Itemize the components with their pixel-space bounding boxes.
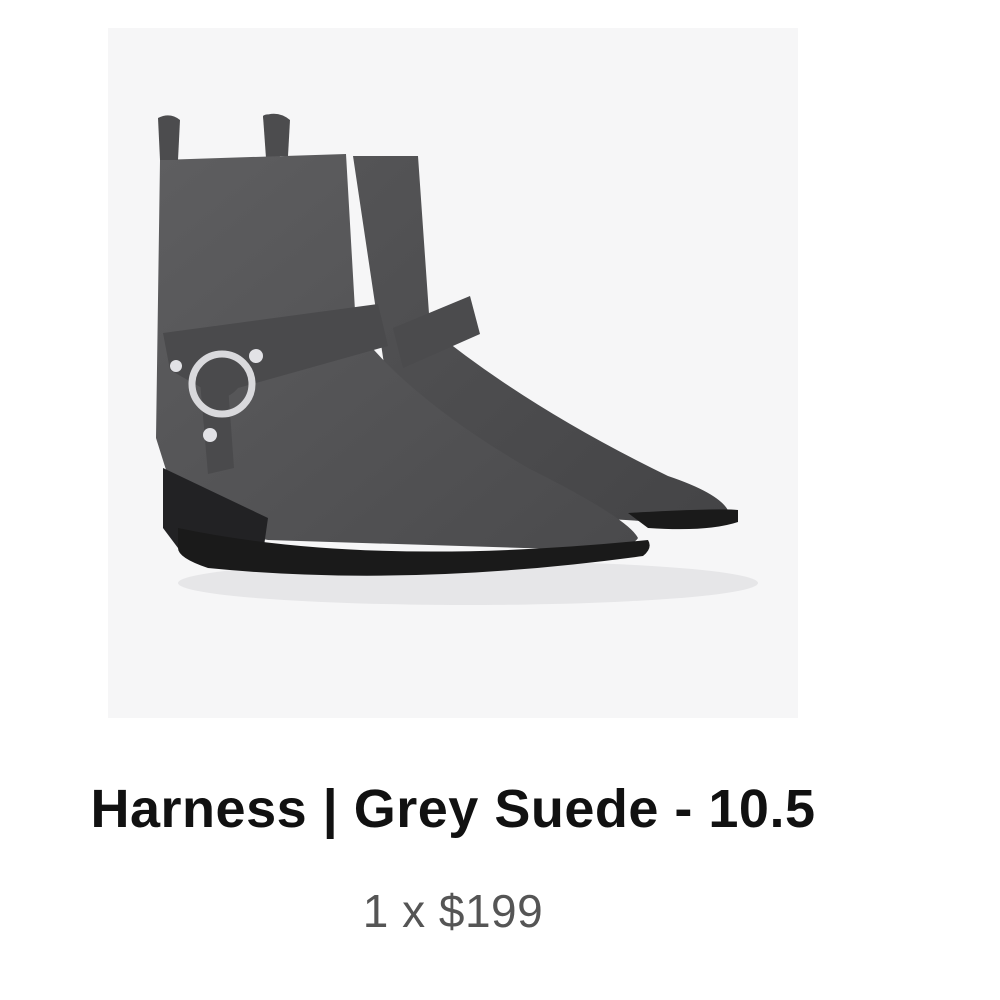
order-item: Harness | Grey Suede - 10.5 1 x $199 (0, 0, 1000, 1000)
product-image[interactable] (108, 28, 798, 718)
quantity-price: 1 x $199 (362, 885, 544, 937)
product-title[interactable]: Harness | Grey Suede - 10.5 (0, 778, 906, 840)
boot-product-image-icon (156, 113, 758, 605)
